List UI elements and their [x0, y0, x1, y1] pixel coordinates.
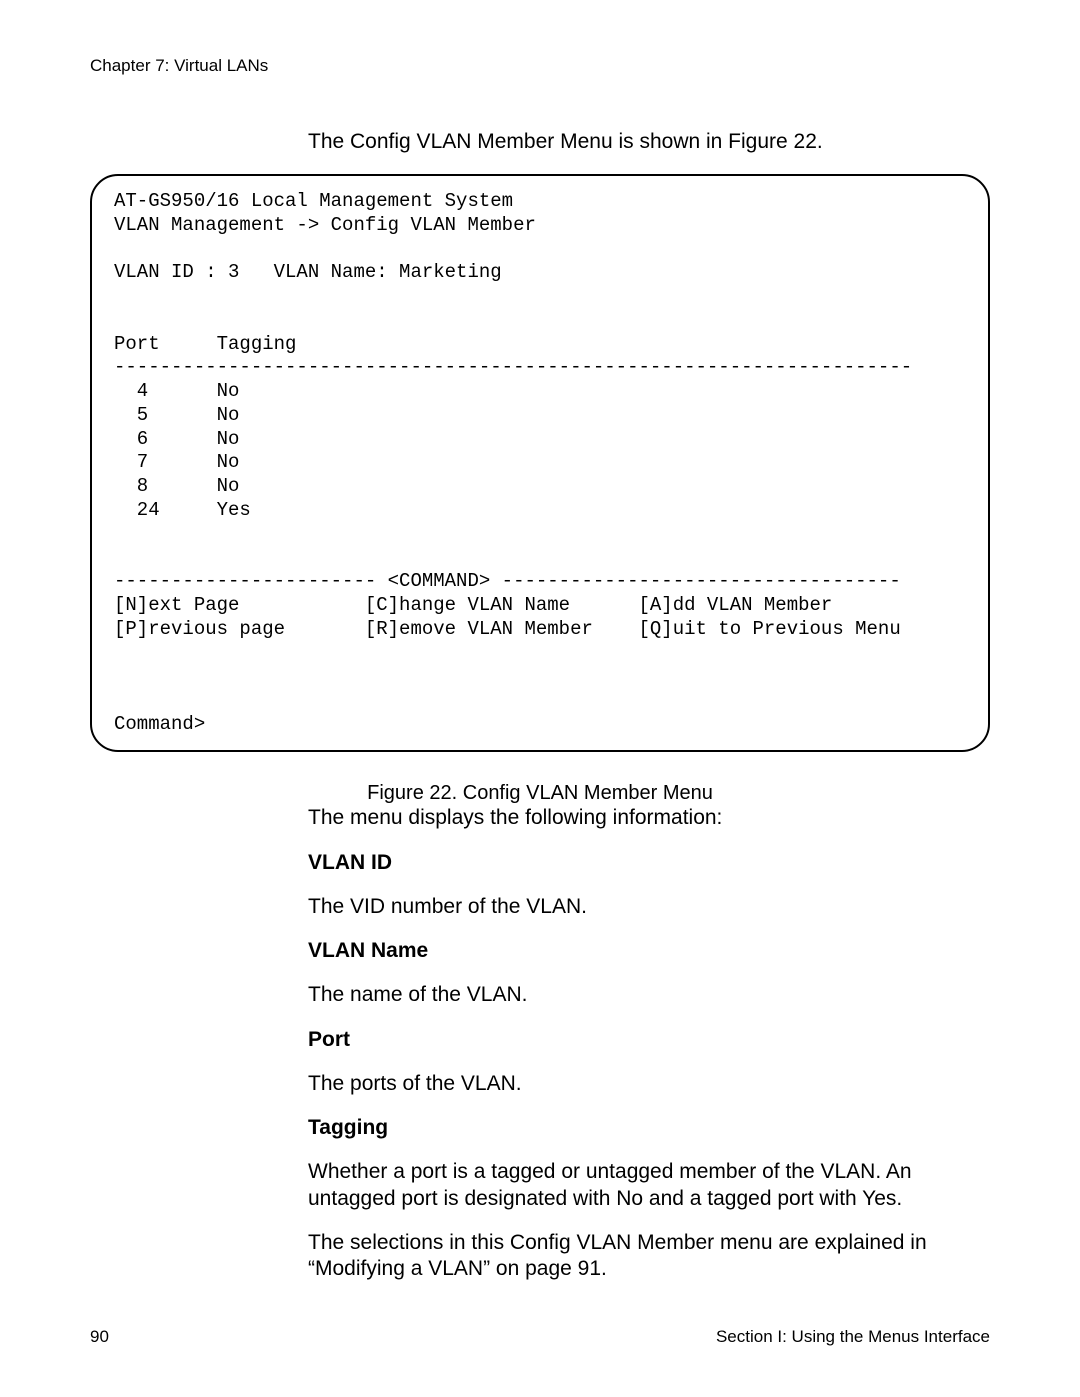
def-desc-tagging: Whether a port is a tagged or untagged m… [308, 1159, 980, 1212]
def-term-vlan-id: VLAN ID [308, 850, 980, 876]
terminal-line: VLAN Management -> Config VLAN Member [114, 214, 536, 236]
terminal-cmd-row: [N]ext Page [C]hange VLAN Name [A]dd VLA… [114, 594, 832, 616]
section-label: Section I: Using the Menus Interface [716, 1327, 990, 1347]
terminal-row: 24 Yes [114, 499, 251, 521]
terminal-row: 8 No [114, 475, 239, 497]
body-intro: The menu displays the following informat… [308, 805, 980, 831]
terminal-cmd-rule: ----------------------- <COMMAND> ------… [114, 570, 901, 592]
def-desc-port: The ports of the VLAN. [308, 1071, 980, 1097]
terminal-rule: ----------------------------------------… [114, 356, 912, 378]
chapter-header: Chapter 7: Virtual LANs [90, 56, 990, 76]
terminal-row: 4 No [114, 380, 239, 402]
def-desc-vlan-name: The name of the VLAN. [308, 982, 980, 1008]
footer: 90 Section I: Using the Menus Interface [90, 1327, 990, 1347]
body-closing: The selections in this Config VLAN Membe… [308, 1230, 980, 1283]
terminal-vlan-line: VLAN ID : 3 VLAN Name: Marketing [114, 261, 502, 283]
page-number: 90 [90, 1327, 109, 1347]
terminal-row: 7 No [114, 451, 239, 473]
terminal-row: 5 No [114, 404, 239, 426]
def-term-port: Port [308, 1027, 980, 1053]
def-term-tagging: Tagging [308, 1115, 980, 1141]
body-block: The menu displays the following informat… [308, 805, 980, 1282]
terminal-row: 6 No [114, 428, 239, 450]
def-term-vlan-name: VLAN Name [308, 938, 980, 964]
terminal-prompt: Command> [114, 713, 205, 735]
intro-line: The Config VLAN Member Menu is shown in … [308, 130, 990, 154]
terminal-line: AT-GS950/16 Local Management System [114, 190, 513, 212]
terminal-cmd-row: [P]revious page [R]emove VLAN Member [Q]… [114, 618, 901, 640]
terminal-table-header: Port Tagging [114, 333, 296, 355]
terminal-screen: AT-GS950/16 Local Management System VLAN… [90, 174, 990, 752]
figure-caption: Figure 22. Config VLAN Member Menu [90, 782, 990, 805]
page: Chapter 7: Virtual LANs The Config VLAN … [0, 0, 1080, 1397]
def-desc-vlan-id: The VID number of the VLAN. [308, 894, 980, 920]
